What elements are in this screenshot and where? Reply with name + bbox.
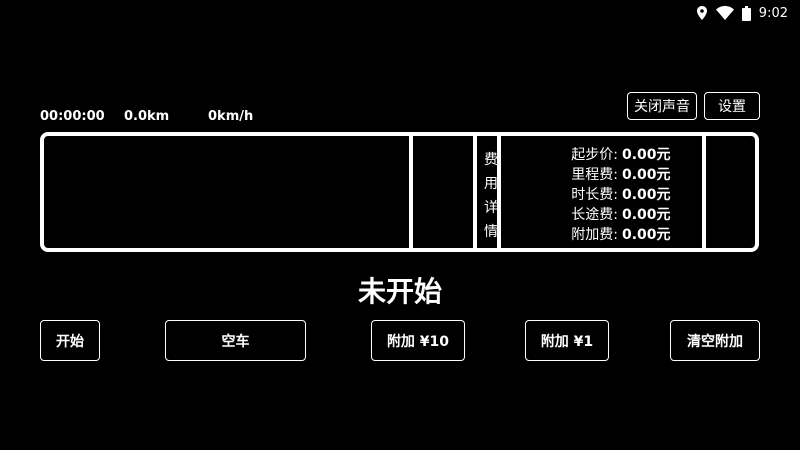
clear-extra-button[interactable]: 清空附加: [670, 320, 760, 361]
fee-label: 时长费:: [571, 187, 618, 203]
fee-details-char: 用: [484, 176, 498, 192]
divider: [473, 136, 477, 248]
speed: 0km/h: [208, 109, 254, 124]
add-1-button[interactable]: 附加 ¥1: [525, 320, 609, 361]
divider: [409, 136, 413, 248]
fee-value: 0.00元: [622, 167, 671, 183]
distance: 0.0km: [124, 109, 170, 124]
fee-label: 附加费:: [571, 227, 618, 243]
location-icon: [696, 6, 708, 20]
vacant-button[interactable]: 空车: [165, 320, 306, 361]
fee-row-base: 起步价: 0.00元: [552, 145, 671, 165]
fee-value: 0.00元: [622, 227, 671, 243]
start-button[interactable]: 开始: [40, 320, 100, 361]
fee-label: 里程费:: [571, 167, 618, 183]
fee-value: 0.00元: [622, 187, 671, 203]
battery-icon: [741, 5, 751, 21]
clock: 9:02: [758, 5, 788, 21]
fee-details-char: 情: [484, 224, 498, 240]
fee-row-mileage: 里程费: 0.00元: [552, 165, 671, 185]
fee-details-label: 费 用 详 情: [478, 148, 504, 244]
status-bar: 9:02: [696, 0, 800, 26]
divider: [702, 136, 706, 248]
fee-row-extra: 附加费: 0.00元: [552, 225, 671, 245]
fee-row-long-distance: 长途费: 0.00元: [552, 205, 671, 225]
trip-status: 未开始: [357, 275, 442, 308]
elapsed-time: 00:00:00: [40, 109, 105, 124]
fee-list: 起步价: 0.00元 里程费: 0.00元 时长费: 0.00元 长途费: 0.…: [552, 145, 671, 245]
meter-panel: 费 用 详 情 起步价: 0.00元 里程费: 0.00元 时长费: 0.00元…: [40, 132, 759, 252]
fee-details-char: 详: [484, 200, 498, 216]
fee-label: 长途费:: [571, 207, 618, 223]
mute-button[interactable]: 关闭声音: [627, 92, 697, 120]
fee-details-char: 费: [484, 152, 498, 168]
settings-button[interactable]: 设置: [704, 92, 760, 120]
wifi-icon: [715, 6, 734, 20]
fee-value: 0.00元: [622, 207, 671, 223]
add-10-button[interactable]: 附加 ¥10: [371, 320, 465, 361]
fee-row-duration: 时长费: 0.00元: [552, 185, 671, 205]
fee-value: 0.00元: [622, 147, 671, 163]
fee-label: 起步价:: [571, 147, 618, 163]
